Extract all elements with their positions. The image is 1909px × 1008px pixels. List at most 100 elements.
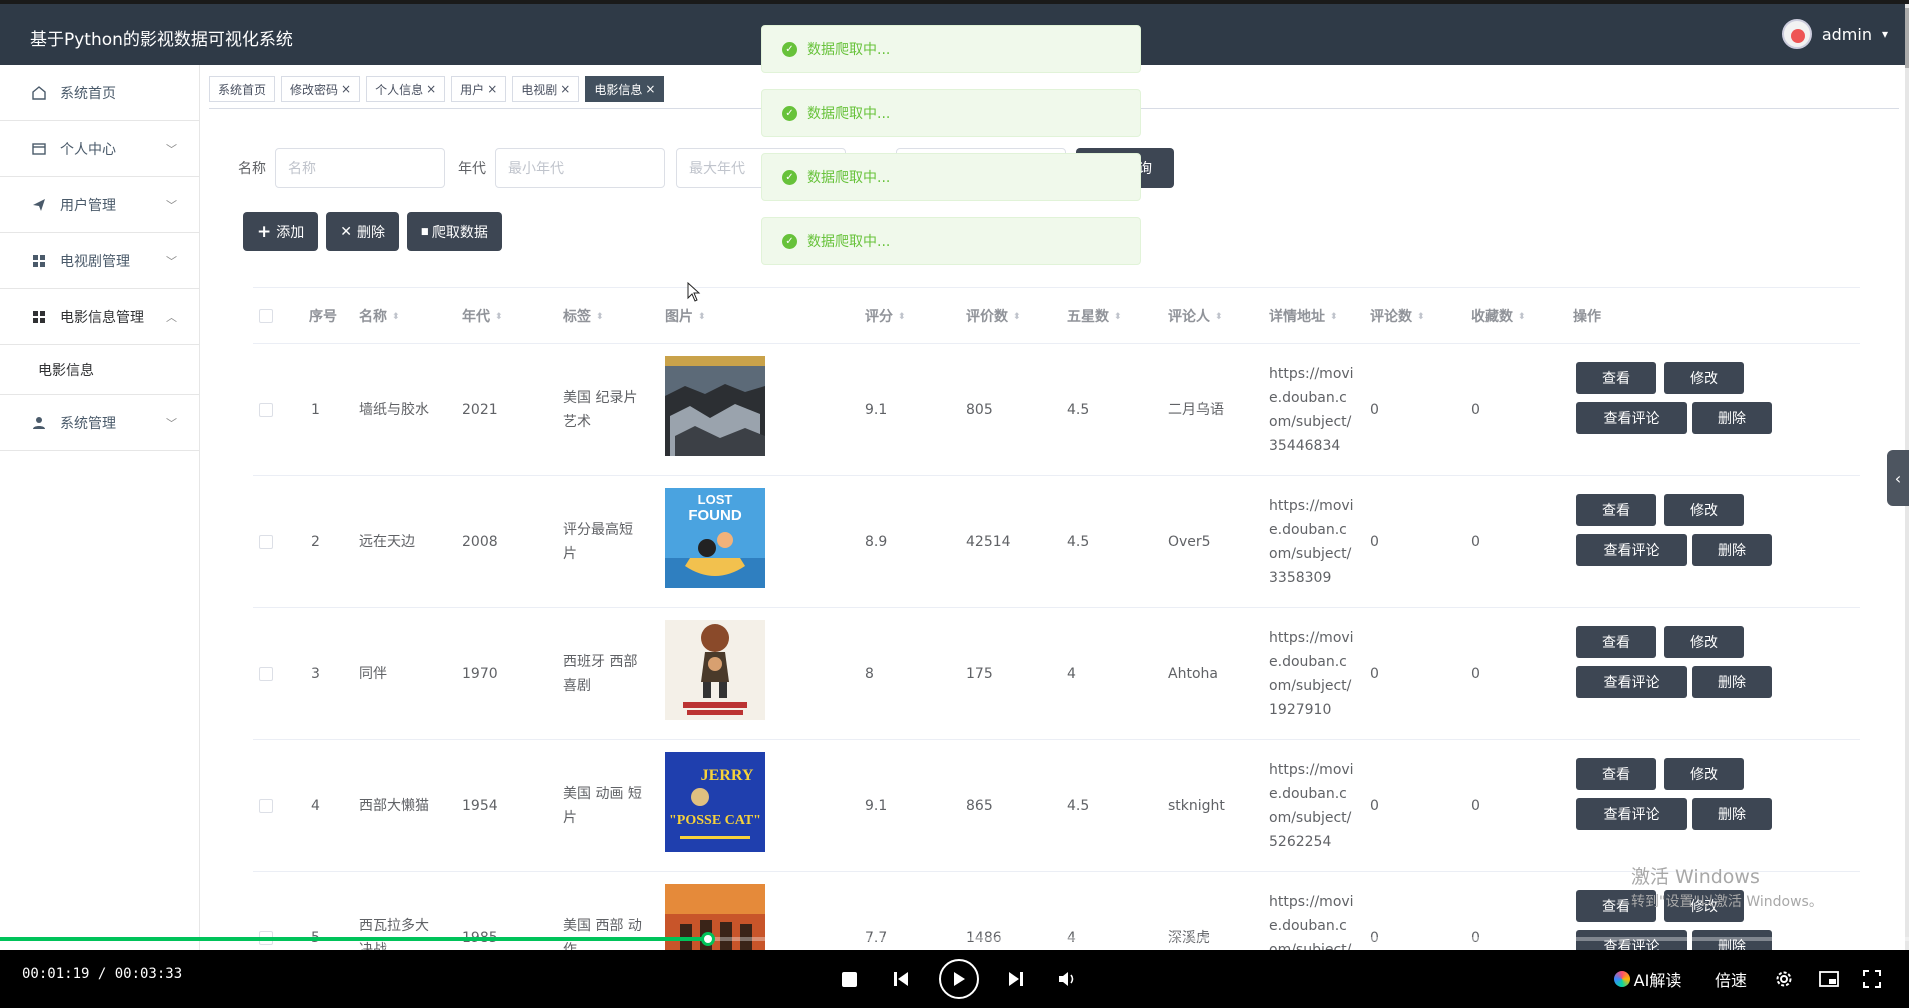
view-comments-button[interactable]: 查看评论 xyxy=(1576,402,1687,434)
side-drawer-toggle[interactable]: ‹ xyxy=(1887,450,1909,506)
ai-interpret-button[interactable]: AI解读 xyxy=(1610,950,1685,1008)
caret-down-icon[interactable]: ▾ xyxy=(1882,27,1888,41)
poster-image xyxy=(665,620,765,720)
sort-icon[interactable]: ⬍ xyxy=(392,313,400,322)
tab-users[interactable]: 用户 × xyxy=(451,76,507,102)
header-image[interactable]: 图片 ⬍ xyxy=(665,306,706,326)
avatar[interactable] xyxy=(1781,19,1812,49)
sort-icon[interactable]: ⬍ xyxy=(1114,313,1122,322)
view-button[interactable]: 查看 xyxy=(1576,626,1656,658)
sidebar-item-system-management[interactable]: 系统管理 ﹀ xyxy=(0,395,199,451)
min-year-input[interactable]: 最小年代 xyxy=(495,148,665,188)
tab-label: 用户 xyxy=(460,82,485,97)
view-comments-button[interactable]: 查看评论 xyxy=(1576,534,1687,566)
action-bar: + 添加 ✕ 删除 ▮▮ 爬取数据 xyxy=(243,212,502,251)
sidebar-item-home[interactable]: 系统首页 xyxy=(0,65,199,121)
close-icon[interactable]: × xyxy=(645,82,655,96)
close-icon[interactable]: × xyxy=(560,82,570,96)
poster-image xyxy=(665,884,765,952)
username[interactable]: admin xyxy=(1822,25,1872,44)
tab-personal-info[interactable]: 个人信息 × xyxy=(366,76,446,102)
view-comments-button[interactable]: 查看评论 xyxy=(1576,666,1687,698)
cell-tags: 美国 西部 动作 xyxy=(563,918,642,952)
view-comments-button[interactable]: 查看评论 xyxy=(1576,930,1687,952)
sort-icon[interactable]: ⬍ xyxy=(1518,313,1526,322)
sort-icon[interactable]: ⬍ xyxy=(495,313,503,322)
video-progress-bar[interactable] xyxy=(0,932,1909,946)
sort-icon[interactable]: ⬍ xyxy=(1013,313,1021,322)
stop-icon[interactable] xyxy=(838,950,860,1008)
header-comments[interactable]: 评论数 ⬍ xyxy=(1370,306,1425,326)
header-favorites[interactable]: 收藏数 ⬍ xyxy=(1471,306,1526,326)
close-icon[interactable]: × xyxy=(426,82,436,96)
close-icon[interactable]: × xyxy=(487,82,497,96)
movie-table: 序号 名称 ⬍ 年代 ⬍ 标签 ⬍ 图片 ⬍ 评分 ⬍ 评价数 ⬍ 五星数 ⬍ 评论人 ⬍ 详情… xyxy=(253,287,1860,952)
sort-icon[interactable]: ⬍ xyxy=(1330,313,1338,322)
close-icon[interactable]: × xyxy=(341,82,351,96)
play-button[interactable] xyxy=(938,950,980,1008)
edit-button[interactable]: 修改 xyxy=(1664,494,1744,526)
edit-button[interactable]: 修改 xyxy=(1664,362,1744,394)
sort-icon[interactable]: ⬍ xyxy=(1417,313,1425,322)
cell-reviewer: 二月乌语 xyxy=(1168,402,1224,418)
delete-button[interactable]: 删除 xyxy=(1692,930,1772,952)
sort-icon[interactable]: ⬍ xyxy=(1215,313,1223,322)
header-name[interactable]: 名称 ⬍ xyxy=(359,306,400,326)
view-comments-button[interactable]: 查看评论 xyxy=(1576,798,1687,830)
header-year[interactable]: 年代 ⬍ xyxy=(462,306,503,326)
tab-tv[interactable]: 电视剧 × xyxy=(512,76,580,102)
header-reviews[interactable]: 评价数 ⬍ xyxy=(966,306,1021,326)
row-checkbox[interactable] xyxy=(259,799,273,813)
view-button[interactable]: 查看 xyxy=(1576,494,1656,526)
select-all-checkbox[interactable] xyxy=(259,309,273,323)
volume-icon[interactable] xyxy=(1055,950,1079,1008)
speed-button[interactable]: 倍速 xyxy=(1713,950,1749,1008)
settings-gear-icon[interactable] xyxy=(1773,950,1795,1008)
edit-button[interactable]: 修改 xyxy=(1664,758,1744,790)
sort-icon[interactable]: ⬍ xyxy=(698,313,706,322)
delete-button[interactable]: 删除 xyxy=(1692,534,1772,566)
tab-home[interactable]: 系统首页 xyxy=(209,76,276,102)
add-button[interactable]: + 添加 xyxy=(243,212,319,251)
delete-button[interactable]: ✕ 删除 xyxy=(326,212,399,251)
edit-button[interactable]: 修改 xyxy=(1664,626,1744,658)
crawl-button[interactable]: ▮▮ 爬取数据 xyxy=(406,212,502,251)
row-checkbox[interactable] xyxy=(259,403,273,417)
header-tags[interactable]: 标签 ⬍ xyxy=(563,306,604,326)
header-score[interactable]: 评分 ⬍ xyxy=(865,306,906,326)
row-checkbox[interactable] xyxy=(259,667,273,681)
header-five-stars[interactable]: 五星数 ⬍ xyxy=(1067,306,1122,326)
sidebar-item-movie-management[interactable]: 电影信息管理 ︿ xyxy=(0,289,199,345)
tab-movie-info[interactable]: 电影信息 × xyxy=(585,76,665,102)
row-checkbox[interactable] xyxy=(259,535,273,549)
sort-icon[interactable]: ⬍ xyxy=(596,313,604,322)
delete-button[interactable]: 删除 xyxy=(1692,798,1772,830)
sidebar-item-personal-center[interactable]: 个人中心 ﹀ xyxy=(0,121,199,177)
picture-in-picture-icon[interactable] xyxy=(1817,950,1841,1008)
next-icon[interactable] xyxy=(1005,950,1027,1008)
sort-icon[interactable]: ⬍ xyxy=(898,313,906,322)
name-input[interactable]: 名称 xyxy=(275,148,445,188)
sidebar-item-tv-management[interactable]: 电视剧管理 ﹀ xyxy=(0,233,199,289)
previous-icon[interactable] xyxy=(890,950,912,1008)
delete-button[interactable]: 删除 xyxy=(1692,666,1772,698)
header-detail-url[interactable]: 详情地址 ⬍ xyxy=(1269,306,1338,326)
cell-comments: 0 xyxy=(1370,402,1379,418)
view-button[interactable]: 查看 xyxy=(1576,362,1656,394)
chevron-left-icon[interactable]: ‹ xyxy=(1895,469,1901,488)
cell-comments: 0 xyxy=(1370,798,1379,814)
scrollbar-thumb[interactable] xyxy=(1905,8,1909,68)
play-icon[interactable] xyxy=(939,959,979,999)
user-menu[interactable]: admin ▾ xyxy=(1781,19,1888,49)
fullscreen-icon[interactable] xyxy=(1860,950,1884,1008)
delete-button[interactable]: 删除 xyxy=(1692,402,1772,434)
sidebar-subitem-movie-info[interactable]: 电影信息 xyxy=(0,345,199,395)
watermark-line2: 转到"设置"以激活 Windows。 xyxy=(1631,894,1823,910)
cell-name: 远在天边 xyxy=(359,534,415,550)
view-button[interactable]: 查看 xyxy=(1576,758,1656,790)
tab-change-password[interactable]: 修改密码 × xyxy=(281,76,361,102)
header-reviewer[interactable]: 评论人 ⬍ xyxy=(1168,306,1223,326)
sidebar-item-user-management[interactable]: 用户管理 ﹀ xyxy=(0,177,199,233)
name-label: 名称 xyxy=(238,161,266,177)
delete-label: 删除 xyxy=(356,224,385,241)
